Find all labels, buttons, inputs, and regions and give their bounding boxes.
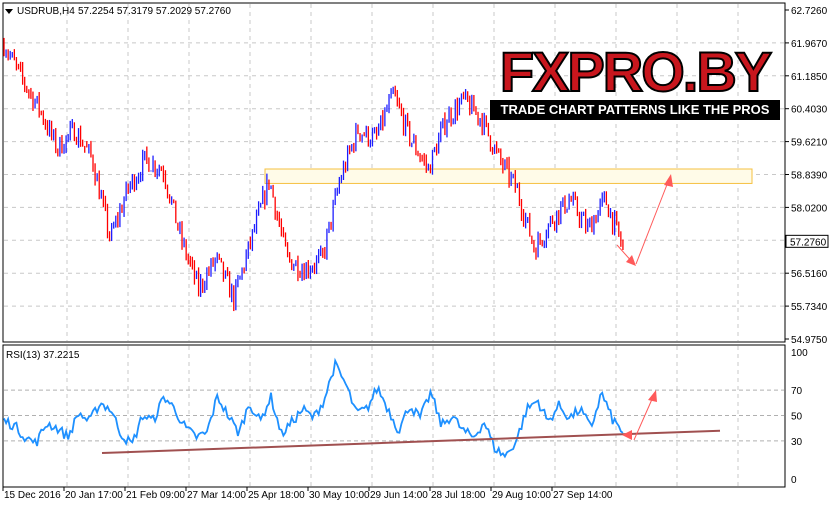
logo: FXPRO.BY bbox=[490, 40, 780, 103]
current-price-label: 57.2760 bbox=[790, 237, 827, 248]
chart-window: 62.7260 61.9670 61.1850 60.4030 59.6210 58.83… bbox=[0, 0, 829, 505]
time-label: 27 Mar 14:00 bbox=[187, 490, 246, 501]
rsi-up-arrow-head bbox=[648, 390, 657, 402]
price-label: 60.4030 bbox=[791, 105, 828, 116]
time-label: 27 Sep 14:00 bbox=[553, 490, 613, 501]
logo-tagline: TRADE CHART PATTERNS LIKE THE PROS bbox=[490, 100, 780, 120]
price-label: 55.7340 bbox=[791, 302, 828, 313]
time-label: 28 Jul 18:00 bbox=[431, 490, 486, 501]
time-label: 29 Jun 14:00 bbox=[370, 490, 428, 501]
price-label: 56.5160 bbox=[791, 269, 828, 280]
time-label: 20 Jan 17:00 bbox=[65, 490, 123, 501]
rsi-level-label: 100 bbox=[791, 348, 808, 359]
rsi-panel-frame bbox=[2, 344, 786, 488]
price-label: 62.7260 bbox=[791, 6, 828, 17]
up-arrow bbox=[635, 181, 669, 265]
price-label: 59.6210 bbox=[791, 138, 828, 149]
logo-title: FXPRO.BY bbox=[499, 40, 773, 103]
time-label: 15 Dec 2016 bbox=[4, 490, 61, 501]
time-label: 21 Feb 09:00 bbox=[126, 490, 185, 501]
rsi-arrow-left bbox=[622, 430, 632, 440]
time-label: 25 Apr 18:00 bbox=[248, 490, 305, 501]
rsi-level-label: 0 bbox=[791, 475, 797, 486]
price-label: 61.9670 bbox=[791, 39, 828, 50]
price-label: 58.8390 bbox=[791, 171, 828, 182]
price-label: 54.9750 bbox=[791, 335, 828, 346]
rsi-line bbox=[3, 357, 624, 459]
time-label: 30 May 10:00 bbox=[309, 490, 370, 501]
symbol-label: USDRUB,H4 bbox=[17, 6, 75, 17]
rsi-label: RSI(13) 37.2215 bbox=[6, 350, 80, 361]
dropdown-arrow-icon bbox=[5, 9, 13, 14]
rsi-level-label: 50 bbox=[791, 412, 803, 423]
rsi-level-label: 30 bbox=[791, 437, 803, 448]
price-label: 61.1850 bbox=[791, 72, 828, 83]
ohlc-values: 57.2254 57.3179 57.2029 57.2760 bbox=[78, 6, 231, 17]
rsi-level-label: 70 bbox=[791, 386, 803, 397]
time-label: 29 Aug 10:00 bbox=[492, 490, 551, 501]
price-label: 58.0200 bbox=[791, 203, 828, 214]
